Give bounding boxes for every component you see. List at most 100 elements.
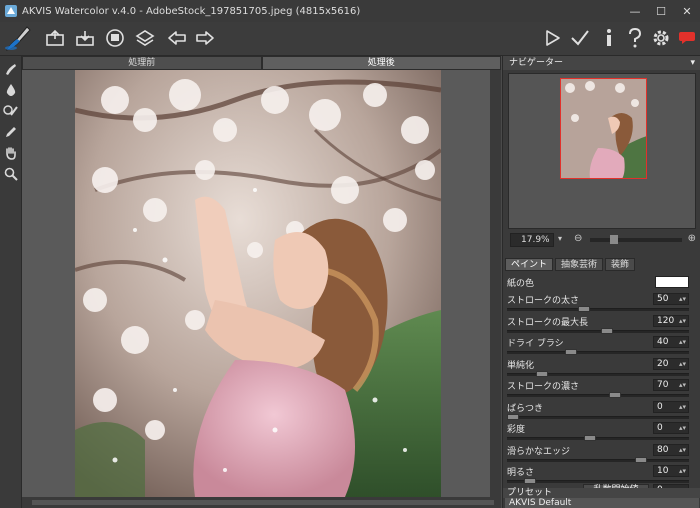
param-slider-thumb[interactable] xyxy=(564,349,577,355)
apply-check-icon[interactable] xyxy=(567,25,593,51)
param-slider-thumb[interactable] xyxy=(535,370,548,377)
spinner-icon[interactable]: ▴▾ xyxy=(679,402,686,412)
spinner-icon[interactable]: ▴▾ xyxy=(679,466,686,476)
minimize-button[interactable]: — xyxy=(622,0,648,22)
print-icon[interactable] xyxy=(102,25,128,51)
param-row: 滑らかなエッジ 80 ▴▾ xyxy=(507,443,689,464)
zoom-value[interactable]: 17.9% xyxy=(510,233,554,247)
param-slider-thumb[interactable] xyxy=(609,392,621,398)
navigator-preview[interactable] xyxy=(508,73,696,229)
zoom-value-text: 17.9% xyxy=(521,235,550,245)
param-value-text: 80 xyxy=(657,444,669,455)
zoom-icon[interactable] xyxy=(2,165,20,183)
zoom-out-icon[interactable]: ⊖ xyxy=(574,233,582,244)
param-slider-track[interactable] xyxy=(507,329,689,333)
param-value-field[interactable]: 0 ▴▾ xyxy=(653,400,689,413)
brush-logo-icon xyxy=(2,23,36,53)
open-file-icon[interactable] xyxy=(42,25,68,51)
maximize-button[interactable]: ☐ xyxy=(648,0,674,22)
tab-decoration[interactable]: 装飾 xyxy=(605,258,636,271)
notification-icon[interactable] xyxy=(674,25,700,51)
pencil-icon[interactable] xyxy=(2,123,20,141)
param-slider-thumb[interactable] xyxy=(578,306,591,312)
info-icon[interactable] xyxy=(596,25,622,51)
tab-paint[interactable]: ペイント xyxy=(505,258,554,271)
param-value-field[interactable]: 120 ▴▾ xyxy=(653,314,689,327)
param-value-text: 10 xyxy=(657,466,669,476)
canvas-vertical-scrollbar[interactable] xyxy=(490,70,501,497)
param-label: ドライ ブラシ xyxy=(507,339,564,349)
param-value-field[interactable]: 20 ▴▾ xyxy=(653,357,689,370)
save-file-icon[interactable] xyxy=(72,25,98,51)
title-bar: AKVIS Watercolor v.4.0 - AdobeStock_1978… xyxy=(0,0,700,22)
paper-color-swatch[interactable] xyxy=(655,276,689,288)
param-value-text: 50 xyxy=(657,294,669,304)
image-canvas[interactable] xyxy=(22,70,501,497)
zoom-dropdown-icon[interactable]: ▾ xyxy=(558,234,562,243)
param-row: ばらつき 0 ▴▾ xyxy=(507,400,689,421)
horizontal-scroll-thumb[interactable] xyxy=(32,500,494,505)
param-value-field[interactable]: 0 ▴▾ xyxy=(653,422,689,434)
param-value-field[interactable]: 50 ▴▾ xyxy=(653,293,689,305)
param-slider-track[interactable] xyxy=(507,415,689,419)
hand-icon[interactable] xyxy=(2,144,20,162)
settings-gear-icon[interactable] xyxy=(648,25,674,51)
param-value-text: 70 xyxy=(657,380,669,390)
tab-after[interactable]: 処理後 xyxy=(261,56,501,70)
param-label: ストロークの最大長 xyxy=(507,317,589,328)
param-slider-thumb[interactable] xyxy=(600,327,613,334)
undo-arrow-icon[interactable] xyxy=(164,25,190,51)
settings-tabs: ペイント 抽象芸術 装飾 xyxy=(505,258,637,271)
run-icon[interactable] xyxy=(540,25,566,51)
spinner-icon[interactable]: ▴▾ xyxy=(679,445,686,455)
param-row: ストロークの太さ 50 ▴▾ xyxy=(507,293,689,313)
tab-before[interactable]: 処理前 xyxy=(22,56,262,70)
param-value-field[interactable]: 80 ▴▾ xyxy=(653,443,689,456)
param-value-text: 0 xyxy=(657,423,663,433)
param-row: 単純化 20 ▴▾ xyxy=(507,357,689,378)
param-slider-track[interactable] xyxy=(507,394,689,397)
param-slider-track[interactable] xyxy=(507,351,689,354)
param-slider-thumb[interactable] xyxy=(507,413,519,420)
param-slider-track[interactable] xyxy=(507,437,689,440)
param-value-text: 40 xyxy=(657,337,669,347)
param-slider-thumb[interactable] xyxy=(634,456,647,463)
param-slider-track[interactable] xyxy=(507,308,689,311)
redo-arrow-icon[interactable] xyxy=(192,25,218,51)
spinner-icon[interactable]: ▴▾ xyxy=(679,359,686,369)
spinner-icon[interactable]: ▴▾ xyxy=(679,380,686,390)
zoom-slider-thumb[interactable] xyxy=(610,235,618,244)
param-value-field[interactable]: 10 ▴▾ xyxy=(653,465,689,477)
main-toolbar xyxy=(0,22,700,56)
direction-brush-icon[interactable] xyxy=(2,60,20,78)
eraser-brush-icon[interactable] xyxy=(2,102,20,120)
watercolor-image xyxy=(75,70,441,497)
zoom-in-icon[interactable]: ⊕ xyxy=(688,233,696,244)
param-label: ストロークの太さ xyxy=(507,296,580,306)
window-title: AKVIS Watercolor v.4.0 - AdobeStock_1978… xyxy=(22,5,361,17)
param-slider-track[interactable] xyxy=(507,372,689,376)
close-button[interactable]: ✕ xyxy=(674,0,700,22)
share-icon[interactable] xyxy=(132,25,158,51)
spinner-icon[interactable]: ▴▾ xyxy=(679,337,686,347)
param-slider-thumb[interactable] xyxy=(583,435,596,441)
param-row: 彩度 0 ▴▾ xyxy=(507,422,689,442)
param-slider-track[interactable] xyxy=(507,458,689,462)
param-label: 彩度 xyxy=(507,425,526,435)
spinner-icon[interactable]: ▴▾ xyxy=(679,316,686,326)
canvas-horizontal-scrollbar[interactable] xyxy=(22,497,501,508)
collapse-icon[interactable]: ▾ xyxy=(690,56,695,70)
spinner-icon[interactable]: ▴▾ xyxy=(679,423,686,433)
param-value-field[interactable]: 40 ▴▾ xyxy=(653,336,689,348)
drop-icon[interactable] xyxy=(2,81,20,99)
tab-abstract[interactable]: 抽象芸術 xyxy=(555,258,604,271)
param-label: ばらつき xyxy=(507,403,544,414)
zoom-slider[interactable] xyxy=(590,235,682,244)
preset-select[interactable]: AKVIS Default xyxy=(505,498,699,508)
param-label: ストロークの濃さ xyxy=(507,382,580,392)
spinner-icon[interactable]: ▴▾ xyxy=(679,294,686,304)
left-toolbar xyxy=(0,56,22,508)
param-label: 明るさ xyxy=(507,468,535,478)
param-value-field[interactable]: 70 ▴▾ xyxy=(653,379,689,391)
help-icon[interactable] xyxy=(622,25,648,51)
